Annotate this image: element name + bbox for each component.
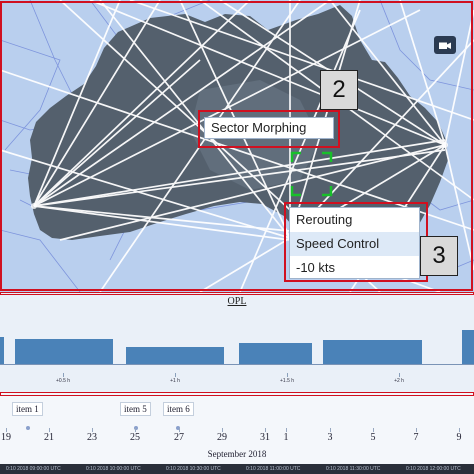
opl-tick — [287, 373, 288, 377]
opl-bar[interactable] — [323, 340, 422, 364]
timestamp: 0:10 2018 11:30:00 UTC — [326, 466, 381, 472]
action-menu[interactable]: Rerouting Speed Control -10 kts — [289, 207, 420, 279]
timeline-panel[interactable]: item 1 item 5 item 6 19 21 23 25 27 29 3… — [0, 392, 474, 474]
timeline-item[interactable]: item 1 — [12, 402, 43, 416]
day-label: 31 — [260, 432, 270, 443]
day-label: 23 — [87, 432, 97, 443]
timeline-highlight-frame — [0, 392, 474, 396]
sector-morphing-popup[interactable]: Sector Morphing — [204, 117, 334, 139]
timeline-item[interactable]: item 6 — [163, 402, 194, 416]
timeline-item[interactable]: item 5 — [120, 402, 151, 416]
day-label: 5 — [370, 432, 376, 443]
day-label: 21 — [44, 432, 54, 443]
callout-3: 3 — [420, 236, 458, 276]
timestamp-strip: 0:10 2018 09:00:00 UTC 0:10 2018 10:00:0… — [0, 464, 474, 474]
day-label: 29 — [217, 432, 227, 443]
timestamp: 0:10 2018 09:00:00 UTC — [6, 466, 61, 472]
opl-tick — [63, 373, 64, 377]
opl-tick — [175, 373, 176, 377]
opl-title: OPL — [227, 296, 247, 307]
opl-tick-label: +2 h — [394, 378, 404, 384]
timestamp: 0:10 2018 12:00:00 UTC — [406, 466, 461, 472]
timestamp: 0:10 2018 10:30:00 UTC — [166, 466, 221, 472]
timestamp: 0:10 2018 11:00:00 UTC — [246, 466, 301, 472]
timestamp: 0:10 2018 10:00:00 UTC — [86, 466, 141, 472]
day-label: 9 — [456, 432, 462, 443]
day-label: 3 — [327, 432, 333, 443]
day-label: 25 — [130, 432, 140, 443]
speed-control-option[interactable]: Speed Control — [290, 232, 419, 256]
opl-bar[interactable] — [126, 347, 224, 364]
sector-morphing-option[interactable]: Sector Morphing — [205, 118, 333, 138]
opl-baseline — [0, 364, 474, 365]
callout-2: 2 — [320, 70, 358, 110]
rerouting-option[interactable]: Rerouting — [290, 208, 419, 232]
map-view[interactable]: 2 Sector Morphing Rerouting Speed Contro… — [0, 0, 474, 292]
opl-tick — [399, 373, 400, 377]
opl-tick-label: +1 h — [170, 378, 180, 384]
day-label: 1 — [283, 432, 289, 443]
opl-tick-label: +1.5 h — [279, 378, 295, 384]
camera-button[interactable] — [434, 36, 456, 54]
opl-bar[interactable] — [239, 343, 312, 364]
speed-value-option[interactable]: -10 kts — [290, 256, 419, 280]
month-label: September 2018 — [207, 449, 267, 459]
opl-panel: OPL +0.5 h +1 h +1.5 h +2 h — [0, 292, 474, 392]
opl-bar[interactable] — [0, 337, 4, 364]
camera-icon — [439, 42, 451, 49]
day-label: 7 — [413, 432, 419, 443]
opl-bar[interactable] — [15, 339, 113, 364]
day-label: 19 — [1, 432, 11, 443]
opl-tick-label: +0.5 h — [55, 378, 71, 384]
day-label: 27 — [174, 432, 184, 443]
timeline-item-marker — [26, 426, 30, 430]
opl-highlight-frame — [0, 292, 474, 295]
opl-bar[interactable] — [462, 330, 474, 364]
